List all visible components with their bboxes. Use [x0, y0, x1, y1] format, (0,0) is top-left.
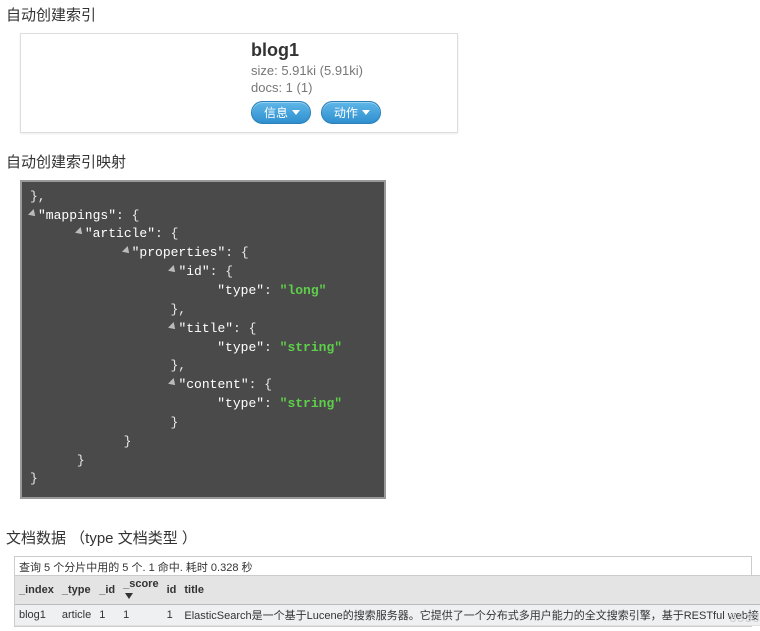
query-table: _index_type_id_score idtitlecontent blog…: [15, 575, 760, 626]
col-index[interactable]: _index: [15, 576, 58, 605]
table-row[interactable]: blog1 article 1 1 1 ElasticSearch是一个基于Lu…: [15, 605, 760, 626]
index-name: blog1: [251, 40, 449, 61]
code-line: }: [30, 414, 376, 433]
col-score[interactable]: _score: [119, 576, 162, 605]
mapping-code-block: },"mappings": { "article": { "properties…: [20, 180, 386, 500]
col-type[interactable]: _type: [58, 576, 95, 605]
cell-title: ElasticSearch是一个基于Lucene的搜索服务器。它提供了一个分布式…: [180, 605, 760, 626]
info-button[interactable]: 信息: [251, 101, 311, 124]
col-title[interactable]: title: [180, 576, 760, 605]
query-summary: 查询 5 个分片中用的 5 个. 1 命中. 耗时 0.328 秒: [15, 557, 751, 575]
index-card: blog1 size: 5.91ki (5.91ki) docs: 1 (1) …: [20, 33, 458, 133]
cell-type: article: [58, 605, 95, 626]
cell-score: 1: [119, 605, 162, 626]
code-line: "content": {: [30, 376, 376, 395]
col-id[interactable]: id: [163, 576, 181, 605]
code-line: "type": "string": [30, 339, 376, 358]
collapse-toggle-icon[interactable]: [28, 209, 38, 219]
action-button[interactable]: 动作: [321, 101, 381, 124]
code-line: "properties": {: [30, 244, 376, 263]
code-line: "id": {: [30, 263, 376, 282]
cell-index: blog1: [15, 605, 58, 626]
collapse-toggle-icon[interactable]: [168, 378, 178, 388]
cell-id: 1: [95, 605, 119, 626]
code-line: "type": "string": [30, 395, 376, 414]
chevron-down-icon: [362, 110, 370, 115]
code-line: },: [30, 301, 376, 320]
heading-doc-data: 文档数据 （type 文档类型 ）: [6, 527, 760, 548]
index-docs: docs: 1 (1): [251, 80, 449, 97]
heading-auto-create-mapping: 自动创建索引映射: [6, 151, 760, 172]
chevron-down-icon: [292, 110, 300, 115]
table-header-row: _index_type_id_score idtitlecontent: [15, 576, 760, 605]
collapse-toggle-icon[interactable]: [75, 228, 85, 238]
code-line: },: [30, 188, 376, 207]
sort-desc-icon: [125, 593, 133, 599]
info-button-label: 信息: [264, 104, 288, 121]
query-result-panel: 查询 5 个分片中用的 5 个. 1 命中. 耗时 0.328 秒 _index…: [14, 556, 752, 627]
collapse-toggle-icon[interactable]: [168, 265, 178, 275]
code-line: }: [30, 452, 376, 471]
heading-auto-create-index: 自动创建索引: [6, 4, 760, 25]
collapse-toggle-icon[interactable]: [168, 322, 178, 332]
code-line: }: [30, 433, 376, 452]
action-button-label: 动作: [334, 104, 358, 121]
index-size: size: 5.91ki (5.91ki): [251, 63, 449, 80]
cell-docid: 1: [163, 605, 181, 626]
code-line: "type": "long": [30, 282, 376, 301]
code-line: "title": {: [30, 320, 376, 339]
code-line: "mappings": {: [30, 207, 376, 226]
collapse-toggle-icon[interactable]: [122, 246, 132, 256]
code-line: }: [30, 470, 376, 489]
col-id[interactable]: _id: [95, 576, 119, 605]
code-line: },: [30, 357, 376, 376]
code-line: "article": {: [30, 225, 376, 244]
